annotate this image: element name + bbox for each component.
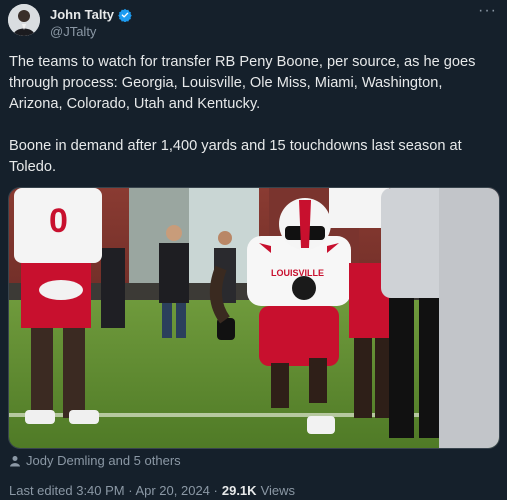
avatar[interactable] <box>8 4 40 36</box>
tweet-meta: Last edited 3:40 PM · Apr 20, 2024 · 29.… <box>9 483 295 498</box>
views-count: 29.1K <box>221 483 257 498</box>
author-name[interactable]: John Talty <box>50 7 114 22</box>
tweet-paragraph: The teams to watch for transfer RB Peny … <box>9 54 476 112</box>
liked-by-text: Jody Demling and 5 others <box>26 453 181 468</box>
tweet-paragraph: Boone in demand after 1,400 yards and 15… <box>9 138 462 175</box>
more-options-icon[interactable]: ··· <box>478 2 497 20</box>
tweet-photo[interactable]: 0 LOUISVILLE <box>8 187 500 449</box>
tweet: John Talty @JTalty ··· The teams to watc… <box>0 0 507 500</box>
views-label: Views <box>260 483 296 498</box>
liked-by[interactable]: Jody Demling and 5 others <box>9 453 181 468</box>
jersey-text: LOUISVILLE <box>271 268 324 278</box>
edited-timestamp[interactable]: Last edited 3:40 PM · Apr 20, 2024 · <box>9 483 218 498</box>
tweet-text: The teams to watch for transfer RB Peny … <box>9 52 497 199</box>
jersey-number: 0 <box>49 202 68 240</box>
verified-badge-icon <box>118 8 132 22</box>
football-practice-photo: 0 LOUISVILLE <box>9 188 499 448</box>
author-name-row: John Talty <box>50 7 132 22</box>
author-handle[interactable]: @JTalty <box>50 24 96 39</box>
avatar-photo <box>8 4 40 36</box>
person-icon <box>10 455 20 466</box>
